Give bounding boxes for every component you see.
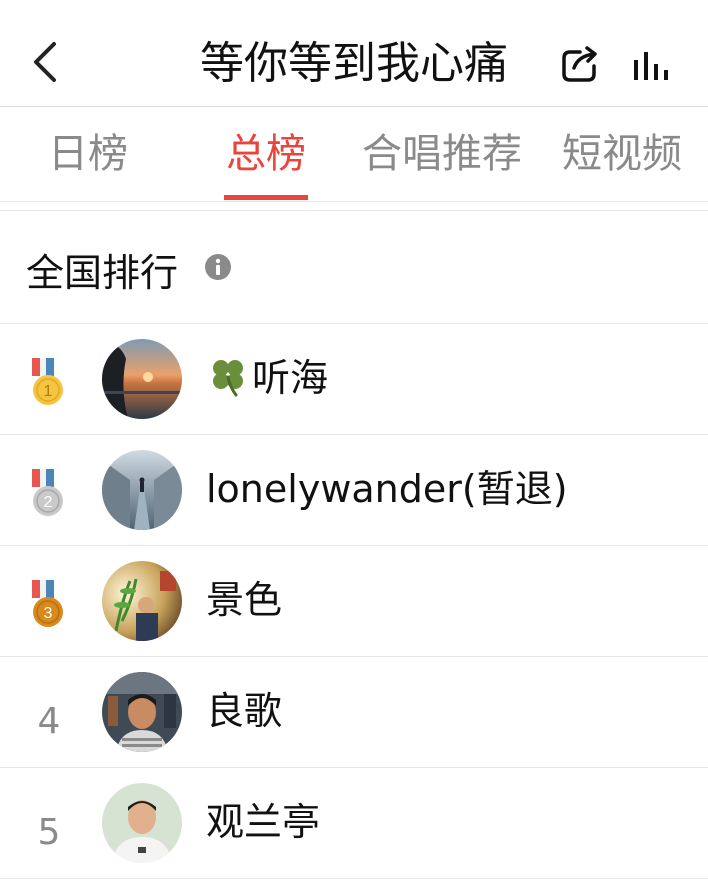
ranking-list: 1 听海 2 lonelywander(暂退) 3 景色 4 良歌 5 观兰亭 (0, 324, 708, 879)
divider (0, 202, 708, 211)
bronze-medal-icon: 3 (30, 580, 66, 630)
rank-number: 4 (37, 701, 61, 742)
gold-medal-icon: 1 (30, 358, 66, 408)
share-button[interactable] (560, 44, 600, 84)
user-name: 观兰亭 (206, 800, 321, 844)
list-item[interactable]: 3 景色 (0, 546, 708, 657)
info-icon[interactable] (204, 253, 232, 285)
user-name: 良歌 (206, 689, 283, 733)
share-icon (562, 46, 597, 82)
avatar[interactable] (102, 783, 182, 863)
ranking-section-header: 全国排行 (0, 211, 708, 324)
tab-daily[interactable]: 日榜 (48, 125, 128, 183)
list-item[interactable]: 5 观兰亭 (0, 768, 708, 879)
avatar[interactable] (102, 561, 182, 641)
avatar[interactable] (102, 450, 182, 530)
list-item[interactable]: 4 良歌 (0, 657, 708, 768)
four-leaf-clover-icon (206, 353, 250, 412)
user-name: lonelywander(暂退) (206, 467, 568, 511)
tab-short-video[interactable]: 短视频 (562, 125, 682, 183)
list-item[interactable]: 1 听海 (0, 324, 708, 435)
list-item[interactable]: 2 lonelywander(暂退) (0, 435, 708, 546)
avatar[interactable] (102, 672, 182, 752)
user-name-text: 听海 (252, 356, 329, 400)
top-bar: 等你等到我心痛 (0, 0, 708, 107)
rank-number: 5 (37, 812, 61, 853)
tab-chorus-recommend[interactable]: 合唱推荐 (362, 125, 522, 183)
page-title: 等你等到我心痛 (200, 38, 508, 89)
user-name: 景色 (206, 578, 283, 622)
avatar[interactable] (102, 339, 182, 419)
bar-chart-icon (634, 52, 668, 80)
tab-overall[interactable]: 总榜 (226, 125, 306, 183)
svg-text:3: 3 (44, 605, 53, 622)
user-name: 听海 (206, 350, 328, 412)
svg-text:2: 2 (44, 494, 53, 511)
stats-button[interactable] (632, 50, 672, 82)
tab-bar: 日榜 总榜 合唱推荐 短视频 (0, 107, 708, 202)
svg-text:1: 1 (44, 383, 53, 400)
silver-medal-icon: 2 (30, 469, 66, 519)
active-tab-indicator (224, 195, 308, 200)
section-title: 全国排行 (26, 251, 179, 295)
